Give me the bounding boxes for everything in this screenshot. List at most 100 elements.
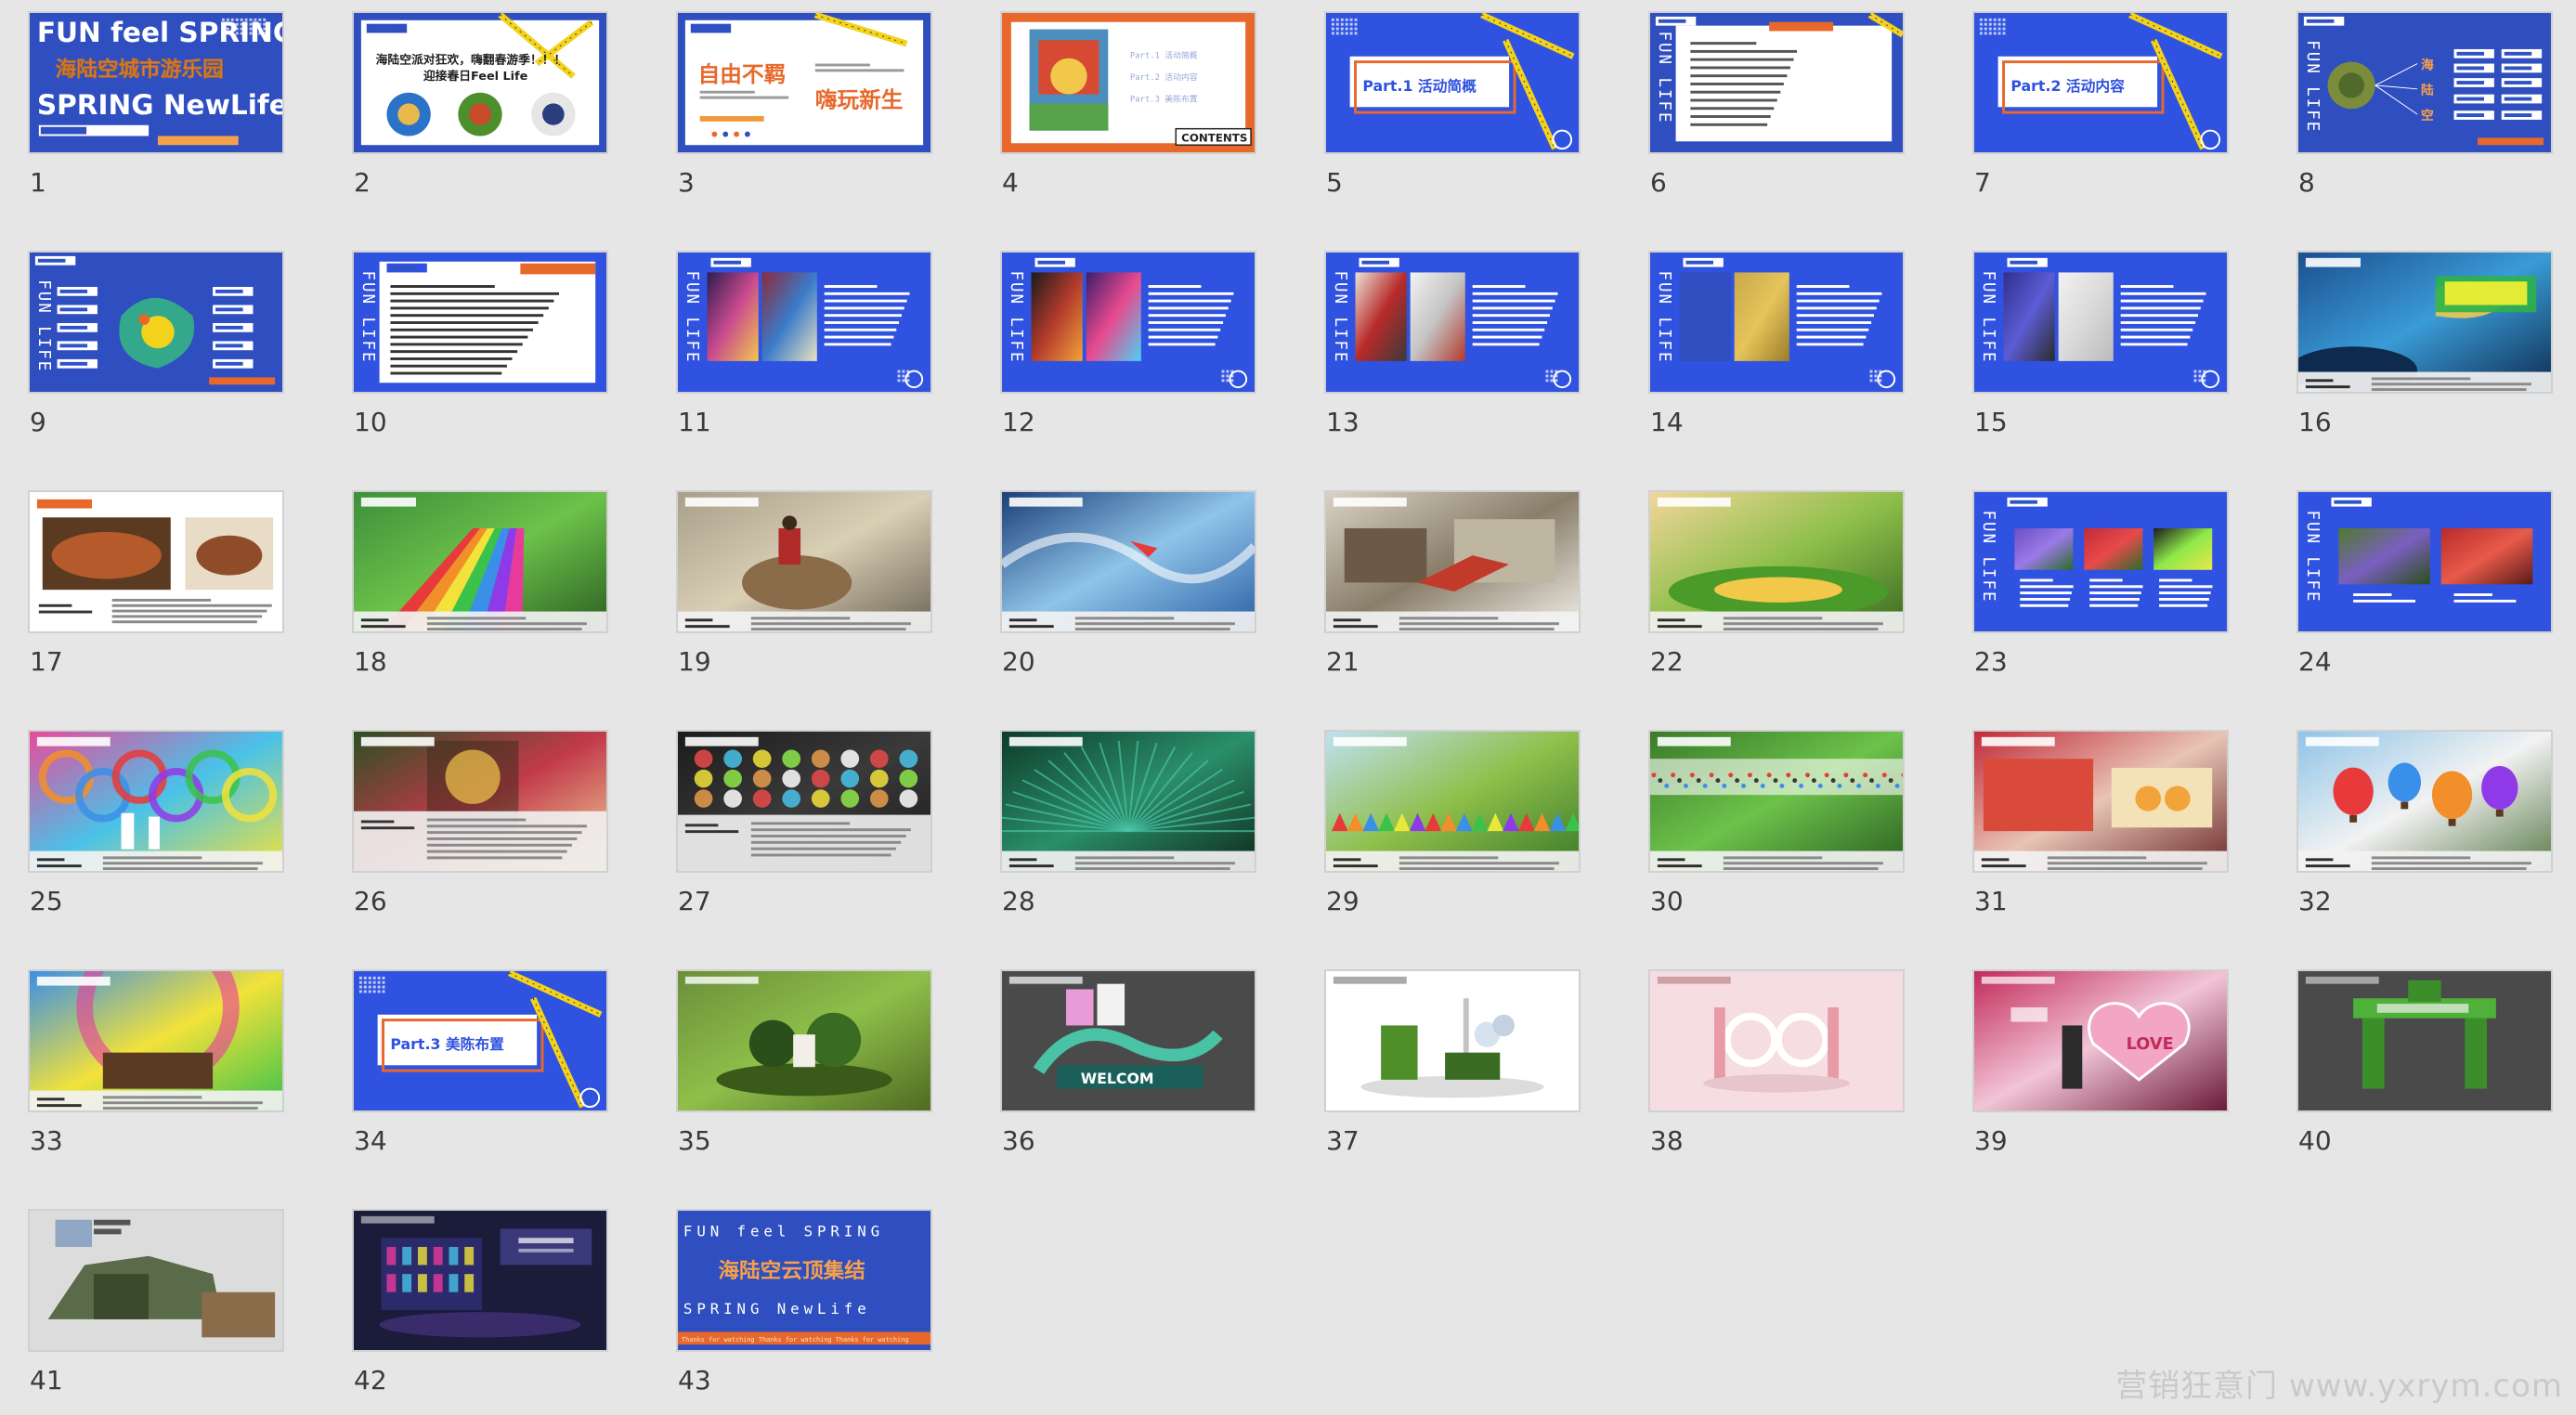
slide-thumbnail-25[interactable]: 25 [28, 730, 288, 916]
slide-thumbnail-1[interactable]: FUN feel SPRING 海陆空城市游乐园 SPRING NewLife … [28, 11, 288, 198]
slide-text: Part.1 活动简概 [1130, 50, 1198, 61]
slide-thumbnail-39[interactable]: LOVE 39 [1972, 969, 2232, 1156]
slide-thumbnail-38[interactable]: 38 [1648, 969, 1908, 1156]
slide-number: 11 [678, 407, 711, 437]
slide-preview[interactable]: Part.3 美陈布置 [352, 969, 608, 1112]
slide-preview[interactable] [1000, 490, 1256, 633]
slide-thumbnail-37[interactable]: 37 [1324, 969, 1584, 1156]
slide-thumbnail-42[interactable]: 42 [352, 1209, 612, 1396]
slide-number: 22 [1650, 646, 1684, 677]
slide-preview[interactable]: FUN feel SPRING 海陆空城市游乐园 SPRING NewLife [28, 11, 284, 154]
slide-text: FUN feel SPRING [37, 17, 282, 48]
slide-preview[interactable]: FUN LIFE [1648, 11, 1905, 154]
slide-preview[interactable] [1648, 490, 1905, 633]
slide-preview[interactable]: Part.2 活动内容 [1972, 11, 2229, 154]
slide-thumbnail-13[interactable]: FUN LIFE 13 [1324, 251, 1584, 437]
slide-thumbnail-34[interactable]: Part.3 美陈布置 34 [352, 969, 612, 1156]
slide-thumbnail-20[interactable]: 20 [1000, 490, 1260, 677]
slide-preview-graphic: FUN LIFE [1002, 253, 1255, 392]
slide-thumbnail-8[interactable]: FUN LIFE 海陆空 8 [2296, 11, 2556, 198]
slide-thumbnail-17[interactable]: 17 [28, 490, 288, 677]
slide-text: 海陆空城市游乐园 [56, 57, 224, 82]
slide-thumbnail-18[interactable]: 18 [352, 490, 612, 677]
slide-preview[interactable] [676, 730, 932, 873]
slide-preview[interactable] [352, 1209, 608, 1352]
slide-text: Part.3 美陈布置 [1130, 94, 1198, 105]
slide-thumbnail-30[interactable]: 30 [1648, 730, 1908, 916]
slide-thumbnail-41[interactable]: 41 [28, 1209, 288, 1396]
slide-thumbnail-21[interactable]: 21 [1324, 490, 1584, 677]
slide-preview[interactable]: FUN LIFE [1972, 490, 2229, 633]
slide-thumbnail-33[interactable]: 33 [28, 969, 288, 1156]
slide-preview[interactable] [1648, 969, 1905, 1112]
slide-thumbnail-12[interactable]: FUN LIFE 12 [1000, 251, 1260, 437]
slide-thumbnail-3[interactable]: 自由不羁 嗨玩新生 3 [676, 11, 936, 198]
slide-preview[interactable] [28, 730, 284, 873]
slide-text: FUN LIFE [2303, 40, 2322, 133]
slide-preview[interactable]: WELCOM [1000, 969, 1256, 1112]
slide-thumbnail-22[interactable]: 22 [1648, 490, 1908, 677]
slide-preview[interactable] [1324, 969, 1581, 1112]
slide-preview[interactable] [28, 969, 284, 1112]
slide-number: 29 [1326, 886, 1360, 916]
slide-preview[interactable]: FUN LIFE [352, 251, 608, 394]
slide-thumbnail-43[interactable]: FUN feel SPRING 海陆空云顶集结 SPRING NewLife T… [676, 1209, 936, 1396]
slide-thumbnail-19[interactable]: 19 [676, 490, 936, 677]
slide-preview[interactable]: 自由不羁 嗨玩新生 [676, 11, 932, 154]
slide-preview[interactable]: FUN LIFE [1324, 251, 1581, 394]
slide-preview[interactable]: FUN LIFE [1648, 251, 1905, 394]
slide-preview[interactable]: FUN LIFE [2296, 490, 2553, 633]
slide-preview[interactable]: Part.1 活动简概 Part.2 活动内容 Part.3 美陈布置 CONT… [1000, 11, 1256, 154]
slide-thumbnail-23[interactable]: FUN LIFE 23 [1972, 490, 2232, 677]
slide-preview[interactable] [352, 730, 608, 873]
slide-preview[interactable] [28, 490, 284, 633]
slide-preview[interactable]: FUN LIFE [676, 251, 932, 394]
slide-number: 13 [1326, 407, 1360, 437]
slide-preview[interactable] [2296, 251, 2553, 394]
slide-thumbnail-40[interactable]: 40 [2296, 969, 2556, 1156]
slide-preview[interactable] [1648, 730, 1905, 873]
slide-thumbnail-35[interactable]: 35 [676, 969, 936, 1156]
slide-preview[interactable] [1324, 730, 1581, 873]
slide-thumbnail-9[interactable]: FUN LIFE 9 [28, 251, 288, 437]
slide-thumbnail-4[interactable]: Part.1 活动简概 Part.2 活动内容 Part.3 美陈布置 CONT… [1000, 11, 1260, 198]
slide-preview[interactable]: 海陆空派对狂欢，嗨翻春游季！！！ 迎接春日Feel Life [352, 11, 608, 154]
slide-preview[interactable] [352, 490, 608, 633]
slide-thumbnail-32[interactable]: 32 [2296, 730, 2556, 916]
slide-thumbnail-31[interactable]: 31 [1972, 730, 2232, 916]
slide-preview[interactable] [2296, 969, 2553, 1112]
slide-thumbnail-14[interactable]: FUN LIFE 14 [1648, 251, 1908, 437]
slide-preview[interactable]: FUN LIFE [1000, 251, 1256, 394]
slide-thumbnail-15[interactable]: FUN LIFE 15 [1972, 251, 2232, 437]
slide-preview-graphic: FUN LIFE [1974, 492, 2227, 631]
slide-thumbnail-28[interactable]: 28 [1000, 730, 1260, 916]
slide-preview[interactable] [28, 1209, 284, 1352]
slide-preview[interactable] [1000, 730, 1256, 873]
slide-text: LOVE [2127, 1035, 2174, 1054]
slide-preview[interactable]: LOVE [1972, 969, 2229, 1112]
slide-thumbnail-27[interactable]: 27 [676, 730, 936, 916]
slide-preview[interactable]: FUN LIFE [1972, 251, 2229, 394]
slide-preview[interactable]: FUN LIFE 海陆空 [2296, 11, 2553, 154]
slide-thumbnail-2[interactable]: 海陆空派对狂欢，嗨翻春游季！！！ 迎接春日Feel Life 2 [352, 11, 612, 198]
slide-preview[interactable] [676, 490, 932, 633]
slide-thumbnail-10[interactable]: FUN LIFE 10 [352, 251, 612, 437]
slide-thumbnail-6[interactable]: FUN LIFE 6 [1648, 11, 1908, 198]
slide-number: 42 [354, 1365, 387, 1396]
slide-preview[interactable] [2296, 730, 2553, 873]
slide-thumbnail-36[interactable]: WELCOM 36 [1000, 969, 1260, 1156]
slide-thumbnail-11[interactable]: FUN LIFE 11 [676, 251, 936, 437]
slide-thumbnail-29[interactable]: 29 [1324, 730, 1584, 916]
slide-preview-graphic [1974, 732, 2227, 871]
slide-preview[interactable] [1324, 490, 1581, 633]
slide-preview[interactable]: Part.1 活动简概 [1324, 11, 1581, 154]
slide-thumbnail-5[interactable]: Part.1 活动简概 5 [1324, 11, 1584, 198]
slide-preview[interactable]: FUN LIFE [28, 251, 284, 394]
slide-thumbnail-16[interactable]: 16 [2296, 251, 2556, 437]
slide-preview[interactable] [1972, 730, 2229, 873]
slide-thumbnail-24[interactable]: FUN LIFE 24 [2296, 490, 2556, 677]
slide-preview[interactable]: FUN feel SPRING 海陆空云顶集结 SPRING NewLife T… [676, 1209, 932, 1352]
slide-preview[interactable] [676, 969, 932, 1112]
slide-thumbnail-26[interactable]: 26 [352, 730, 612, 916]
slide-thumbnail-7[interactable]: Part.2 活动内容 7 [1972, 11, 2232, 198]
